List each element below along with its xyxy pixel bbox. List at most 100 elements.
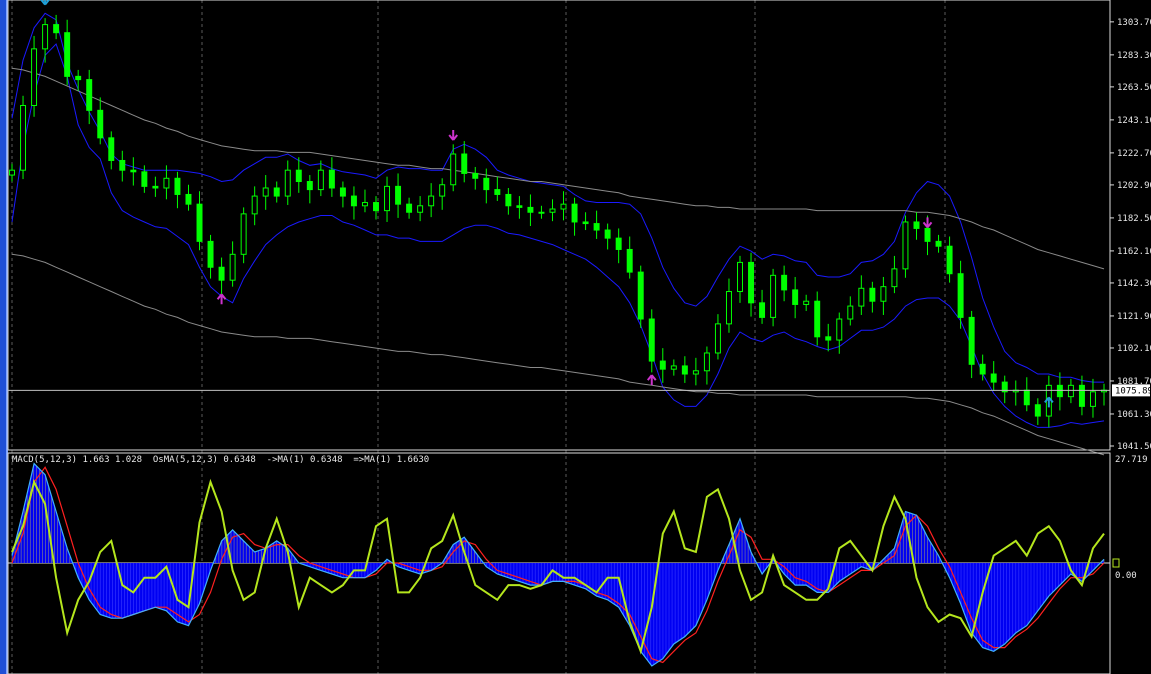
candle-body[interactable] — [42, 24, 49, 50]
candle-body[interactable] — [86, 79, 93, 111]
candle-body[interactable] — [681, 365, 688, 375]
candle-body[interactable] — [1067, 384, 1074, 398]
chart-canvas[interactable]: 1303.70 1283.30 1263.50 1243.10 1222.70 1202.… — [0, 0, 1151, 674]
candle-body[interactable] — [64, 32, 71, 77]
candle-body[interactable] — [593, 223, 600, 231]
candle-body[interactable] — [935, 240, 942, 247]
candle-body[interactable] — [703, 352, 710, 372]
candle-body[interactable] — [913, 221, 920, 229]
candle-body[interactable] — [119, 159, 126, 171]
candle-body[interactable] — [450, 153, 457, 186]
candle-body[interactable] — [20, 104, 27, 171]
candle-body[interactable] — [339, 187, 346, 197]
candle-body[interactable] — [461, 153, 468, 174]
candle-body[interactable] — [670, 365, 677, 370]
candle-body[interactable] — [251, 195, 258, 215]
candle-body[interactable] — [648, 318, 655, 362]
candle-body[interactable] — [737, 261, 743, 293]
candle-body[interactable] — [218, 266, 225, 281]
candle-body[interactable] — [1023, 389, 1030, 406]
candle-body[interactable] — [1078, 384, 1085, 407]
candle-body[interactable] — [207, 240, 214, 268]
candle-body[interactable] — [880, 286, 887, 302]
candle-body[interactable] — [494, 189, 501, 195]
candle-body[interactable] — [406, 203, 413, 213]
candle-body[interactable] — [560, 203, 567, 210]
candle-body[interactable] — [714, 323, 721, 354]
candle-body[interactable] — [692, 370, 699, 375]
candle-body[interactable] — [858, 287, 865, 307]
candle-body[interactable] — [505, 193, 512, 207]
candle-body[interactable] — [472, 172, 479, 179]
candle-body[interactable] — [141, 171, 148, 187]
candle-body[interactable] — [108, 137, 115, 161]
candle-body[interactable] — [163, 177, 170, 189]
sell-arrow-icon — [448, 130, 458, 141]
candle-body[interactable] — [814, 300, 821, 338]
candle-body[interactable] — [439, 184, 446, 197]
candle-body[interactable] — [946, 245, 953, 275]
candle-body[interactable] — [350, 195, 357, 207]
candle-body[interactable] — [1089, 391, 1096, 407]
candle-body[interactable] — [152, 185, 159, 189]
candle-body[interactable] — [637, 271, 644, 320]
candle-body[interactable] — [295, 169, 302, 183]
candle-body[interactable] — [384, 185, 391, 212]
candle-body[interactable] — [229, 253, 236, 281]
candle-body[interactable] — [990, 373, 997, 383]
candle-body[interactable] — [373, 202, 379, 212]
candle-body[interactable] — [582, 221, 589, 225]
candle-body[interactable] — [31, 48, 38, 106]
candle-body[interactable] — [957, 273, 964, 318]
candle-body[interactable] — [328, 169, 335, 189]
candle-body[interactable] — [284, 169, 291, 197]
candle-body[interactable] — [417, 205, 424, 213]
candle-body[interactable] — [759, 302, 766, 318]
candle-body[interactable] — [483, 177, 490, 191]
candle-body[interactable] — [273, 187, 280, 197]
candle-body[interactable] — [306, 181, 313, 191]
candle-body[interactable] — [792, 289, 799, 305]
candle-body[interactable] — [836, 318, 843, 341]
candle-body[interactable] — [527, 206, 534, 213]
candle-body[interactable] — [825, 336, 832, 341]
candle-body[interactable] — [97, 109, 104, 139]
candle-body[interactable] — [1056, 384, 1063, 398]
candle-body[interactable] — [604, 229, 611, 239]
candle-body[interactable] — [979, 363, 986, 375]
candle-body[interactable] — [748, 261, 755, 304]
candle-body[interactable] — [395, 185, 402, 205]
candle-body[interactable] — [262, 187, 269, 197]
candle-body[interactable] — [924, 227, 931, 242]
candle-body[interactable] — [174, 177, 181, 195]
candle-body[interactable] — [317, 169, 324, 191]
candle-body[interactable] — [1034, 404, 1041, 417]
candle-body[interactable] — [626, 248, 633, 273]
candle-body[interactable] — [516, 205, 523, 208]
candle-body[interactable] — [196, 203, 203, 242]
candle-body[interactable] — [891, 268, 898, 288]
candle-body[interactable] — [781, 274, 788, 291]
candle-body[interactable] — [428, 195, 435, 207]
candle-body[interactable] — [968, 316, 975, 365]
candle-body[interactable] — [130, 169, 137, 173]
macd-indicator-label: MACD(5,12,3) 1.663 1.028 OsMA(5,12,3) 0.… — [12, 455, 430, 465]
candle-body[interactable] — [869, 287, 876, 302]
candle-body[interactable] — [240, 213, 247, 255]
candle-body[interactable] — [659, 360, 666, 370]
candle-body[interactable] — [725, 291, 732, 325]
candle-body[interactable] — [847, 305, 854, 320]
candle-body[interactable] — [571, 203, 578, 223]
candle-body[interactable] — [803, 300, 810, 305]
candle-body[interactable] — [75, 75, 82, 81]
candle-body[interactable] — [361, 202, 368, 207]
candle-body[interactable] — [185, 193, 192, 205]
candle-body[interactable] — [770, 274, 777, 318]
candle-body[interactable] — [538, 211, 545, 214]
candle-body[interactable] — [549, 208, 556, 213]
price-tick-label: 1162.10 — [1117, 247, 1151, 257]
candle-body[interactable] — [902, 221, 909, 270]
candle-body[interactable] — [9, 169, 15, 176]
candle-body[interactable] — [615, 237, 622, 250]
candle-body[interactable] — [53, 24, 60, 34]
